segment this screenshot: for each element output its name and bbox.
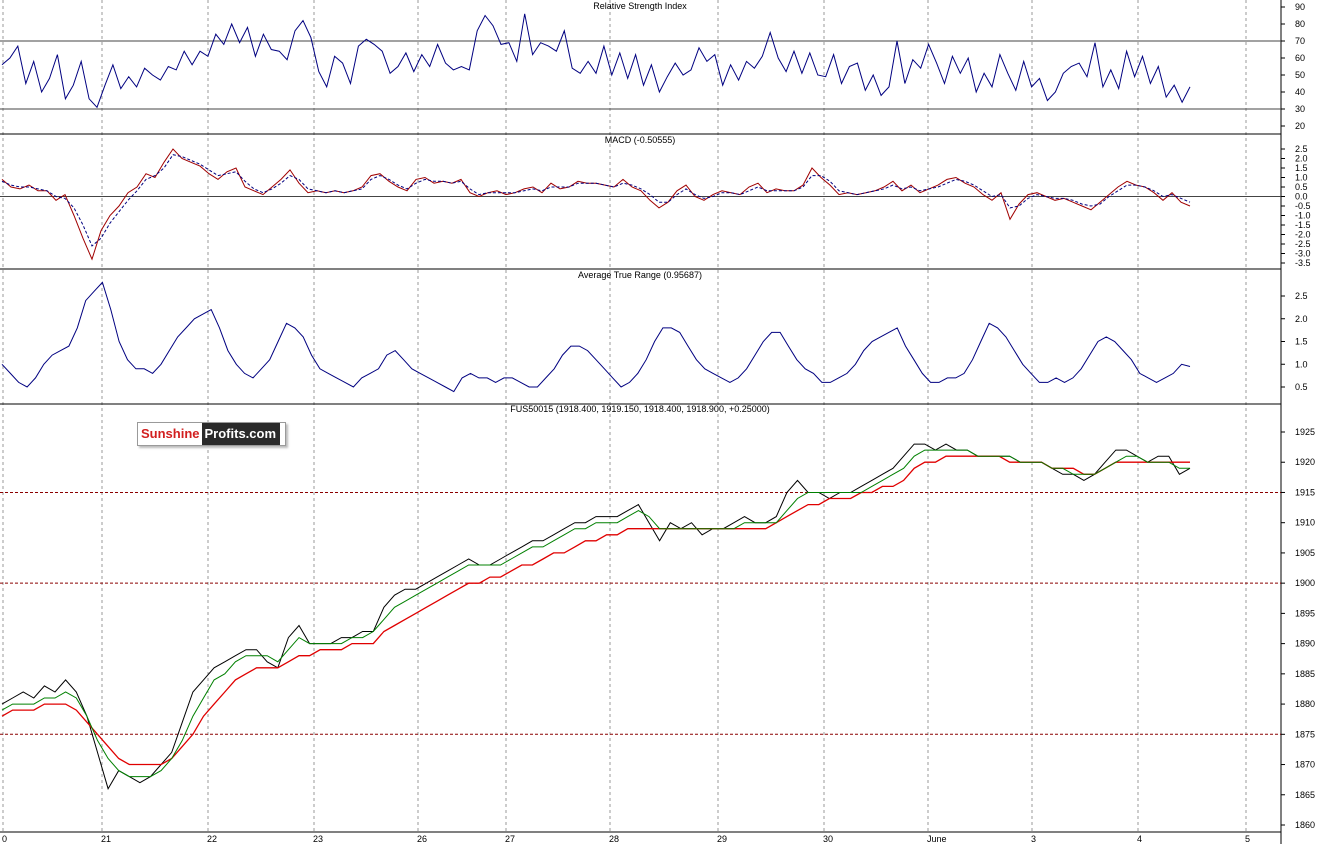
x-axis-label-9: June [927, 834, 947, 844]
rsi-ytick-label-1: 80 [1295, 19, 1305, 29]
x-axis-label-1: 21 [101, 834, 111, 844]
price-ytick-label-11: 1870 [1295, 760, 1315, 770]
price-panel-title: FUS50015 (1918.400, 1919.150, 1918.400, … [510, 404, 769, 414]
atr-ytick-label-3: 1.0 [1295, 359, 1308, 369]
price-ytick-label-6: 1895 [1295, 608, 1315, 618]
x-axis-label-12: 5 [1245, 834, 1250, 844]
macd-ytick-label-7: -1.0 [1295, 211, 1311, 221]
atr-ytick-label-1: 2.0 [1295, 314, 1308, 324]
rsi-ytick-label-2: 70 [1295, 36, 1305, 46]
price-ytick-label-7: 1890 [1295, 639, 1315, 649]
price-ytick-label-2: 1915 [1295, 487, 1315, 497]
x-axis-label-5: 27 [505, 834, 515, 844]
slow-moving-average-line [1, 455, 1190, 766]
macd-ytick-label-2: 1.5 [1295, 163, 1308, 173]
rsi-ytick-label-7: 20 [1295, 121, 1305, 131]
rsi-ytick-label-6: 30 [1295, 104, 1305, 114]
atr-line [1, 281, 1191, 393]
price-ytick-label-13: 1860 [1295, 820, 1315, 830]
price-ytick-label-9: 1880 [1295, 699, 1315, 709]
macd-ytick-label-10: -2.5 [1295, 239, 1311, 249]
x-axis-label-3: 23 [313, 834, 323, 844]
price-line [1, 443, 1191, 790]
price-ytick-label-8: 1885 [1295, 669, 1315, 679]
x-axis-label-0: 0 [2, 834, 7, 844]
macd-signal-line [1, 154, 1191, 247]
macd-ytick-label-12: -3.5 [1295, 258, 1311, 268]
macd-ytick-label-4: 0.5 [1295, 182, 1308, 192]
macd-ytick-label-6: -0.5 [1295, 201, 1311, 211]
x-axis-label-10: 3 [1031, 834, 1036, 844]
logo-part-sunshine: Sunshine [138, 423, 202, 445]
macd-ytick-label-5: 0.0 [1295, 192, 1308, 202]
atr-ytick-label-4: 0.5 [1295, 382, 1308, 392]
atr-panel-title: Average True Range (0.95687) [578, 270, 702, 280]
rsi-ytick-label-4: 50 [1295, 70, 1305, 80]
rsi-ytick-label-3: 60 [1295, 53, 1305, 63]
rsi-panel-title: Relative Strength Index [593, 1, 687, 11]
stock-chart: Relative Strength Index 90 80 70 60 50 40 30 20 M… [0, 0, 1320, 844]
logo-part-profits: Profits.com [201, 423, 281, 445]
macd-ytick-label-1: 2.0 [1295, 154, 1308, 164]
macd-ytick-label-0: 2.5 [1295, 144, 1308, 154]
price-ytick-label-12: 1865 [1295, 790, 1315, 800]
price-ytick-label-10: 1875 [1295, 729, 1315, 739]
x-axis-label-11: 4 [1137, 834, 1142, 844]
price-ytick-label-3: 1910 [1295, 518, 1315, 528]
macd-ytick-label-3: 1.0 [1295, 173, 1308, 183]
macd-line [1, 148, 1191, 261]
x-axis-label-7: 29 [717, 834, 727, 844]
x-axis-label-2: 22 [207, 834, 217, 844]
atr-ytick-label-0: 2.5 [1295, 291, 1308, 301]
sunshine-profits-logo: Sunshine Profits.com [137, 422, 286, 446]
macd-ytick-label-8: -1.5 [1295, 220, 1311, 230]
macd-ytick-label-11: -3.0 [1295, 249, 1311, 259]
rsi-line [1, 13, 1191, 109]
atr-ytick-label-2: 1.5 [1295, 337, 1308, 347]
price-ytick-label-5: 1900 [1295, 578, 1315, 588]
x-axis-label-6: 28 [609, 834, 619, 844]
x-axis-label-8: 30 [823, 834, 833, 844]
price-ytick-label-4: 1905 [1295, 548, 1315, 558]
rsi-ytick-label-0: 90 [1295, 2, 1305, 12]
macd-ytick-label-9: -2.0 [1295, 230, 1311, 240]
price-ytick-label-1: 1920 [1295, 457, 1315, 467]
x-axis-label-4: 26 [417, 834, 427, 844]
price-ytick-label-0: 1925 [1295, 427, 1315, 437]
rsi-ytick-label-5: 40 [1295, 87, 1305, 97]
macd-panel-title: MACD (-0.50555) [605, 135, 676, 145]
